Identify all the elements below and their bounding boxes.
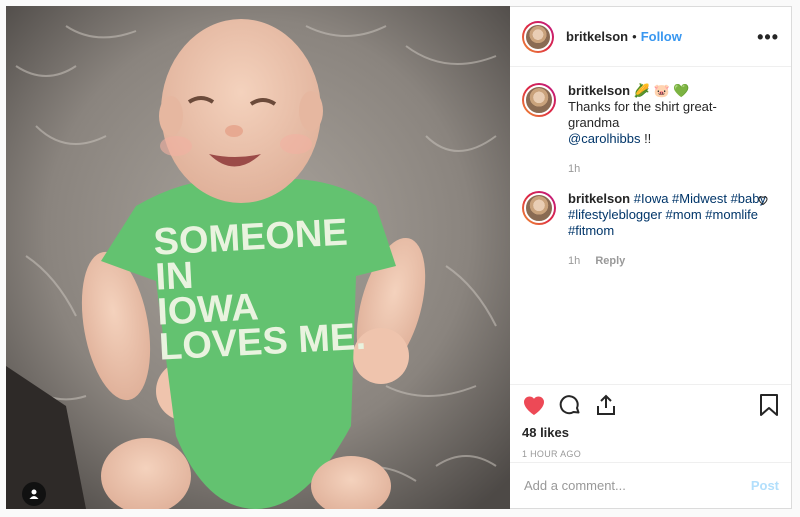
separator-dot: • xyxy=(632,29,637,44)
comment-username[interactable]: britkelson xyxy=(568,83,630,98)
tagged-users-button[interactable] xyxy=(22,482,46,506)
add-comment-bar: Post xyxy=(510,462,791,508)
bookmark-icon[interactable] xyxy=(759,393,779,417)
comment-time[interactable]: 1h xyxy=(568,163,580,175)
post-photo[interactable]: SOMEONE IN IOWA LOVES ME. xyxy=(6,6,510,509)
comment-time[interactable]: 1h xyxy=(568,255,580,267)
likes-count[interactable]: 48 likes xyxy=(510,425,791,443)
baby-photo-illustration: SOMEONE IN IOWA LOVES ME. xyxy=(6,6,510,509)
mention-link[interactable]: @carolhibbs xyxy=(568,131,640,146)
like-heart-icon[interactable] xyxy=(522,394,546,416)
comment-icon[interactable] xyxy=(558,393,582,417)
post-side-panel: britkelson • Follow ••• britkelson 🌽 🐷 💚… xyxy=(510,6,792,509)
post-header: britkelson • Follow ••• xyxy=(510,7,791,67)
comment-like-heart-icon[interactable] xyxy=(757,193,769,211)
post-timestamp[interactable]: 1 HOUR AGO xyxy=(510,449,791,463)
comment-username[interactable]: britkelson xyxy=(568,191,630,206)
share-icon[interactable] xyxy=(594,393,618,417)
comment-body: britkelson #Iowa #Midwest #baby #lifesty… xyxy=(568,191,768,269)
caption-comment: britkelson 🌽 🐷 💚 Thanks for the shirt gr… xyxy=(522,83,779,177)
comment-avatar[interactable] xyxy=(522,83,556,117)
comment-emojis: 🌽 🐷 💚 xyxy=(633,83,690,98)
author-avatar[interactable] xyxy=(522,20,554,53)
instagram-post-modal: SOMEONE IN IOWA LOVES ME. britkelson • F… xyxy=(0,0,800,517)
comment-meta: 1h xyxy=(568,161,768,177)
post-actions xyxy=(510,385,791,425)
user-icon xyxy=(29,489,39,499)
comment-input[interactable] xyxy=(522,477,751,494)
comment-text: Thanks for the shirt great-grandma xyxy=(568,99,717,130)
comments-list: britkelson 🌽 🐷 💚 Thanks for the shirt gr… xyxy=(510,67,791,385)
comment-body: britkelson 🌽 🐷 💚 Thanks for the shirt gr… xyxy=(568,83,768,177)
comment-text-end: !! xyxy=(640,131,652,146)
author-username[interactable]: britkelson xyxy=(566,29,628,44)
comment-meta: 1h Reply xyxy=(568,253,768,269)
post-comment-button[interactable]: Post xyxy=(751,478,779,493)
reply-button[interactable]: Reply xyxy=(595,255,625,267)
more-options-icon[interactable]: ••• xyxy=(757,28,779,46)
comment-item: britkelson #Iowa #Midwest #baby #lifesty… xyxy=(522,191,779,269)
comment-avatar[interactable] xyxy=(522,191,556,225)
follow-button[interactable]: Follow xyxy=(641,29,682,44)
